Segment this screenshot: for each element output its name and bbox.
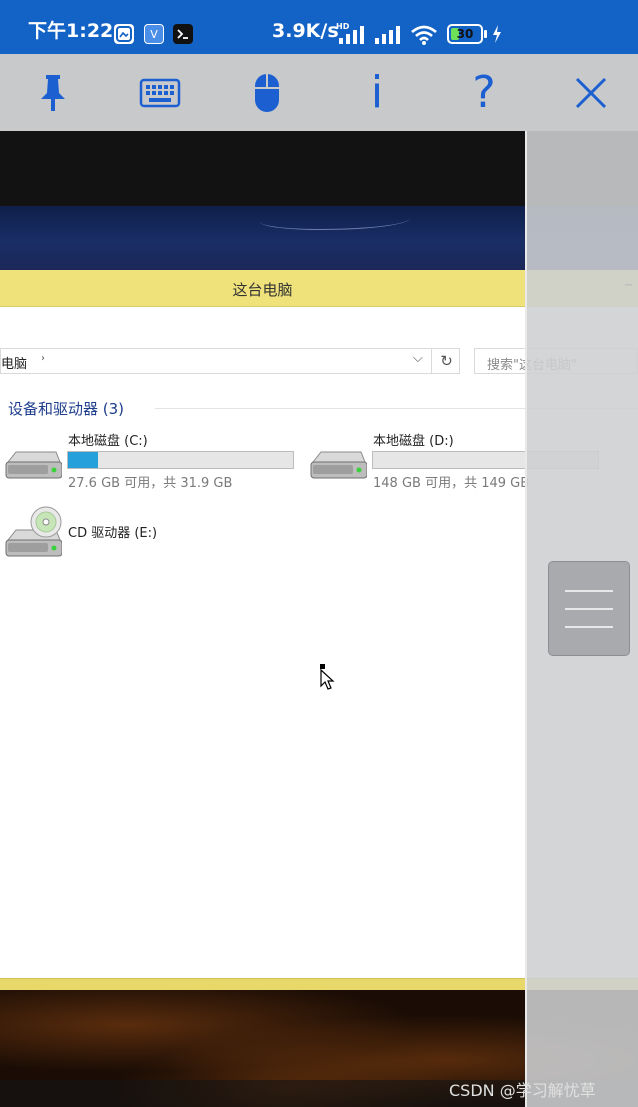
drive-info: 27.6 GB 可用，共 31.9 GB [68,476,233,491]
terminal-app-icon [173,24,193,44]
menu-line [565,590,613,592]
cd-drive-icon [4,504,63,564]
window-title: 这台电脑 [232,281,293,299]
charging-icon [491,24,503,48]
signal-icon-2 [374,24,404,48]
drive-name: CD 驱动器 (E:) [68,526,158,541]
help-icon: ? [472,67,496,118]
mouse-button[interactable] [242,68,292,118]
info-button[interactable]: i [352,68,402,118]
drive-info: 148 GB 可用，共 149 GB [373,476,530,491]
drive-name: 本地磁盘 (C:) [68,434,148,449]
address-dropdown-icon[interactable]: ⌵ [413,351,423,366]
remote-desktop-dark-band [0,131,525,206]
pin-icon [41,75,65,111]
keyboard-icon [139,78,181,108]
floating-menu-button[interactable] [548,561,630,656]
network-speed: 3.9K/s [272,20,339,42]
csdn-watermark: CSDN @学习解忧草 [449,1081,596,1100]
pin-button[interactable] [28,68,78,118]
help-button[interactable]: ? [459,68,509,118]
refresh-button[interactable]: ↻ [431,349,461,373]
drive-name: 本地磁盘 (D:) [373,434,454,449]
info-icon: i [370,67,384,118]
group-header[interactable]: 设备和驱动器 (3) [0,398,124,419]
remote-cursor-icon [319,664,337,696]
drive-c[interactable]: 本地磁盘 (C:) 27.6 GB 可用，共 31.9 GB [0,430,300,491]
battery-nub [484,30,487,38]
gallery-app-icon [114,24,134,44]
keyboard-button[interactable] [135,68,185,118]
breadcrumb-arrow-icon[interactable]: › [41,353,45,364]
battery-text: 30 [456,27,474,41]
menu-line [565,626,613,628]
close-icon [575,77,607,109]
drive-usage-bar [67,451,294,469]
status-time: 下午1:22 [28,20,114,42]
vpn-app-icon: V [144,24,164,44]
remote-toolbar: i ? [0,54,638,131]
address-bar[interactable]: 电脑 › ⌵ ↻ [0,348,460,374]
wifi-icon [410,24,438,50]
hard-drive-icon [309,448,368,486]
close-button[interactable] [566,68,616,118]
mouse-icon [255,74,279,112]
signal-icon [338,24,368,48]
drive-usage-fill [68,452,98,468]
hard-drive-icon [4,448,63,486]
breadcrumb[interactable]: 电脑 [1,353,27,372]
drive-e[interactable]: CD 驱动器 (E:) [0,502,300,562]
battery-icon: 30 [447,24,483,44]
menu-line [565,608,613,610]
status-bar: 下午1:22 V 3.9K/s HD 30 [0,0,638,54]
